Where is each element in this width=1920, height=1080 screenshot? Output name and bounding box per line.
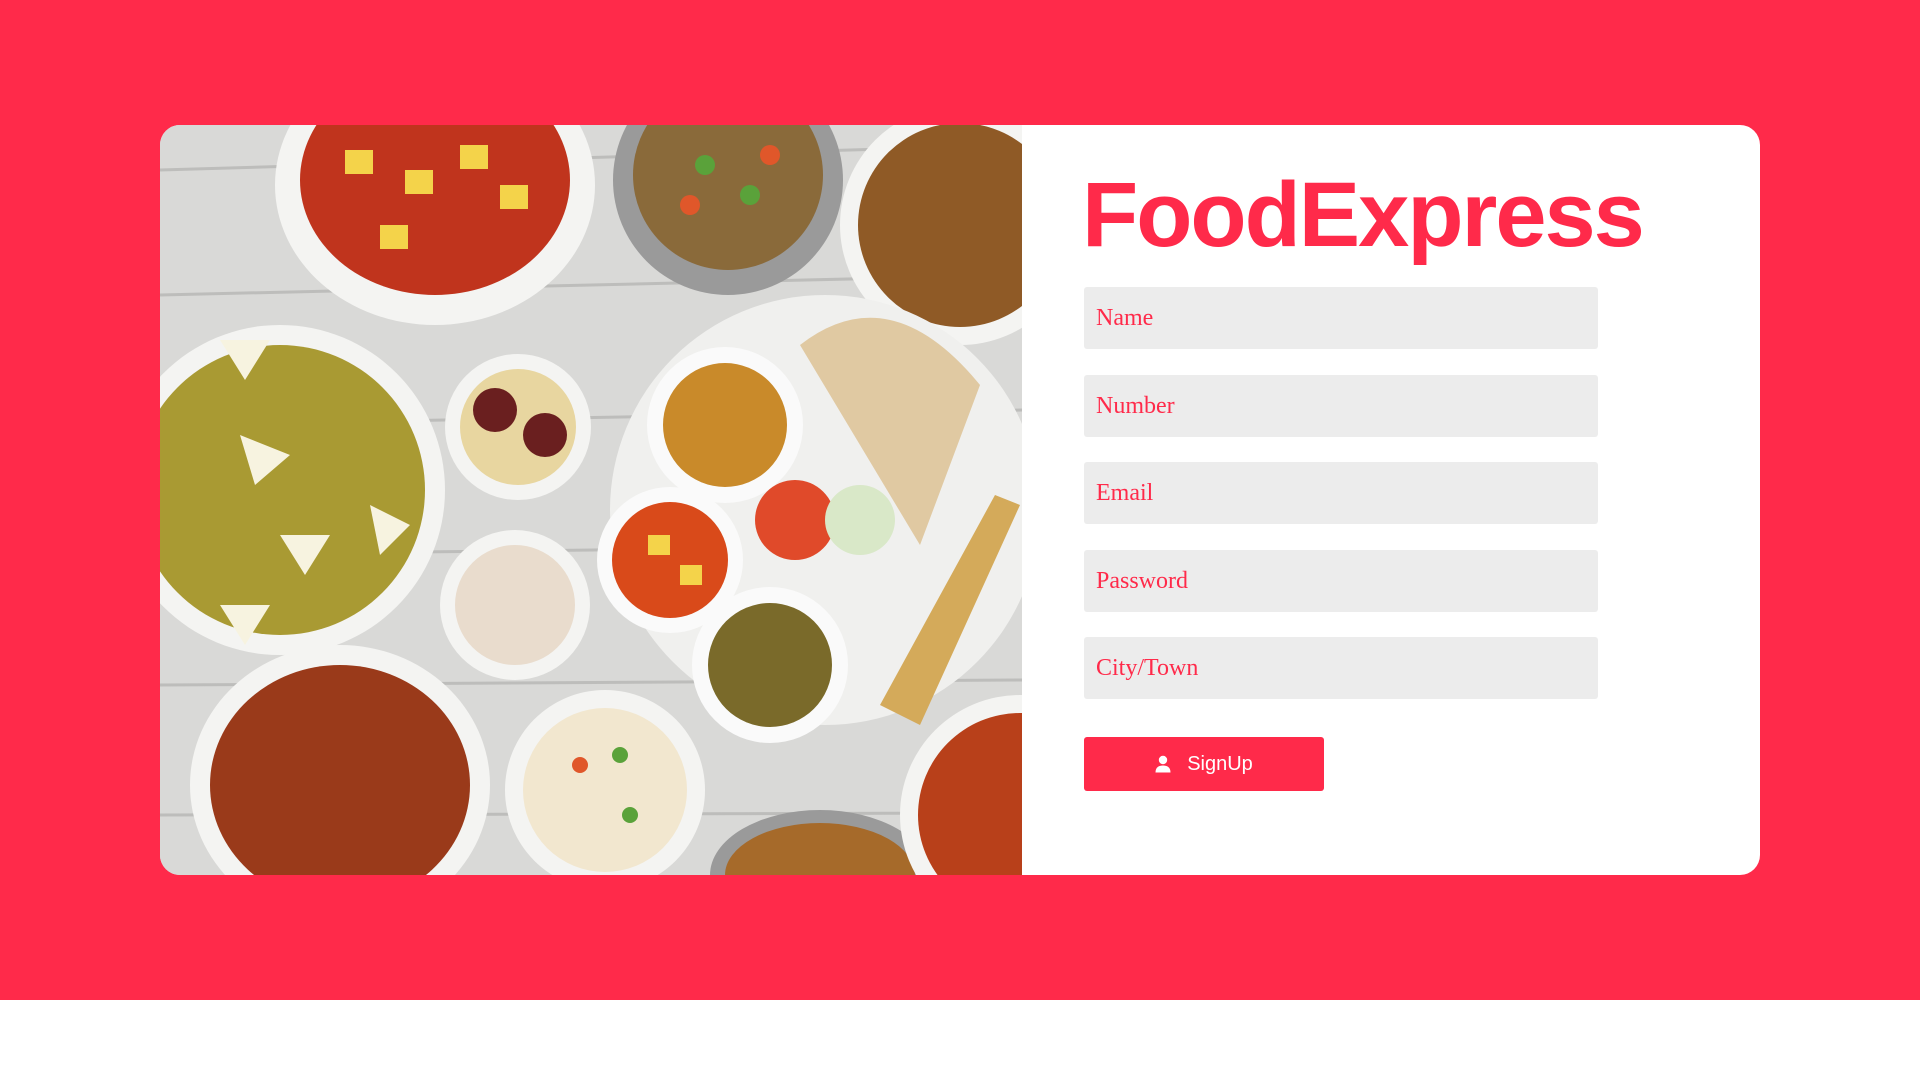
number-field[interactable] xyxy=(1084,375,1598,437)
hero-section: FoodExpress SignUp xyxy=(0,0,1920,1000)
signup-form: FoodExpress SignUp xyxy=(1022,125,1760,875)
signup-button[interactable]: SignUp xyxy=(1084,737,1324,791)
user-icon xyxy=(1155,755,1171,773)
city-field[interactable] xyxy=(1084,637,1598,699)
email-field[interactable] xyxy=(1084,462,1598,524)
food-image xyxy=(160,125,1022,875)
signup-label: SignUp xyxy=(1187,752,1253,775)
signup-card: FoodExpress SignUp xyxy=(160,125,1760,875)
name-field[interactable] xyxy=(1084,287,1598,349)
food-platter-image xyxy=(160,125,1022,875)
brand-title: FoodExpress xyxy=(1082,164,1645,266)
password-field[interactable] xyxy=(1084,550,1598,612)
